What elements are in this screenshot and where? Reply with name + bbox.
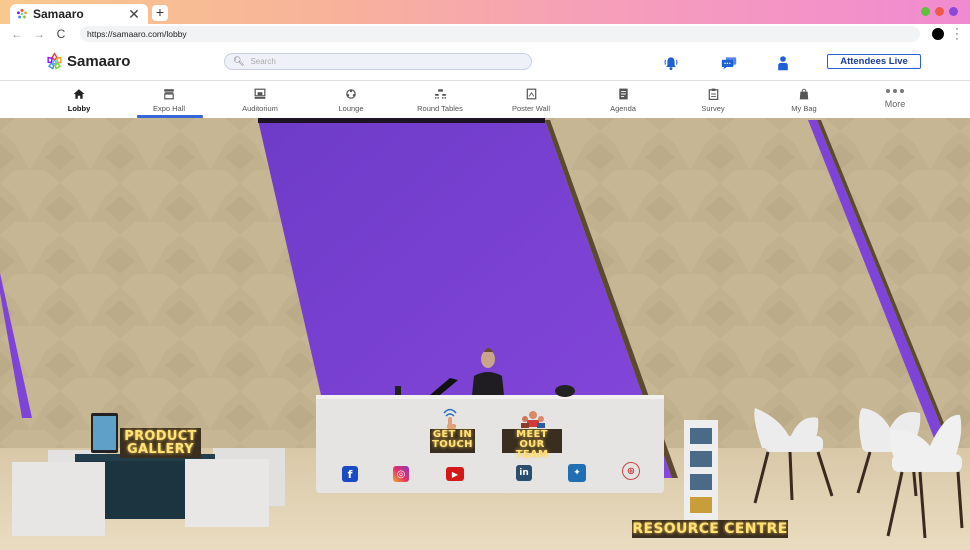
stage-icon — [254, 88, 266, 99]
nav-item-auditorium[interactable]: Auditorium — [220, 82, 300, 117]
lounge-icon — [346, 89, 356, 99]
nav-item-more[interactable]: More — [855, 82, 935, 117]
browser-profile-avatar[interactable] — [932, 28, 944, 40]
resource-centre-sign[interactable]: RESOURCE CENTRE — [632, 520, 788, 538]
nav-label: Poster Wall — [511, 104, 551, 113]
linkedin-icon[interactable]: in — [516, 465, 532, 481]
nav-label: Lounge — [338, 104, 364, 113]
url-field[interactable]: https://samaaro.com/lobby — [80, 26, 920, 42]
browser-menu-icon[interactable]: · · · — [954, 24, 960, 45]
search-icon: 🔍︎ — [233, 56, 245, 66]
nav-item-round-tables[interactable]: Round Tables — [400, 82, 480, 117]
app-header: Samaaro 🔍︎ Attendees Live — [0, 44, 970, 81]
address-bar-row: ← → C https://samaaro.com/lobby · · · — [0, 24, 970, 45]
twitter-icon[interactable]: ✦ — [568, 464, 586, 482]
nav-item-my-bag[interactable]: My Bag — [764, 82, 844, 117]
nav-item-poster-wall[interactable]: Poster Wall — [491, 82, 571, 117]
nav-item-survey[interactable]: Survey — [673, 82, 753, 117]
more-dots-icon — [886, 89, 904, 93]
window-maximize-dot[interactable] — [949, 7, 958, 16]
survey-icon — [708, 88, 718, 100]
samaaro-favicon-icon — [16, 8, 28, 19]
nav-label: Expo Hall — [152, 104, 186, 113]
tab-title: Samaaro — [33, 7, 84, 21]
nav-label: Survey — [701, 104, 725, 113]
reception-desk — [316, 395, 664, 493]
white-cube — [185, 459, 269, 527]
tab-close-icon[interactable]: ✕ — [126, 6, 142, 23]
samaaro-logo-icon — [47, 52, 62, 70]
lobby-scene: PRODUCT GALLERY GET IN TOUCH MEET OUR TE… — [0, 118, 970, 550]
facebook-icon[interactable]: f — [342, 466, 358, 482]
nav-item-agenda[interactable]: Agenda — [583, 82, 663, 117]
website-globe-icon[interactable]: ⊕ — [622, 462, 640, 480]
notification-bell-icon[interactable] — [663, 55, 679, 71]
chat-icon[interactable] — [721, 55, 737, 71]
get-in-touch-sign[interactable]: GET IN TOUCH — [430, 429, 475, 453]
browser-tab[interactable]: Samaaro ✕ — [10, 4, 148, 24]
window-close-dot[interactable] — [935, 7, 944, 16]
nav-label: Round Tables — [417, 104, 463, 113]
nav-item-expo-hall[interactable]: Expo Hall — [129, 82, 209, 117]
window-controls — [921, 7, 958, 16]
instagram-icon[interactable]: ◎ — [393, 466, 409, 482]
booth-icon — [164, 89, 174, 100]
main-nav: Lobby Expo Hall Auditorium Lounge Round … — [0, 82, 970, 117]
reload-button[interactable]: C — [50, 27, 72, 41]
bag-icon — [799, 88, 809, 100]
product-gallery-sign[interactable]: PRODUCT GALLERY — [120, 428, 201, 458]
meet-our-team-sign[interactable]: MEET OUR TEAM — [502, 429, 562, 460]
nav-label: My Bag — [791, 104, 817, 113]
receptionist — [481, 350, 495, 368]
nav-item-lobby[interactable]: Lobby — [39, 82, 119, 117]
poster-icon — [526, 88, 536, 100]
new-tab-button[interactable]: + — [152, 5, 168, 21]
search-bar[interactable]: 🔍︎ — [224, 53, 532, 70]
nav-item-lounge[interactable]: Lounge — [311, 82, 391, 117]
forward-button[interactable]: → — [28, 27, 50, 41]
agenda-icon — [618, 88, 628, 100]
window-minimize-dot[interactable] — [921, 7, 930, 16]
nav-label: More — [884, 99, 906, 109]
back-button[interactable]: ← — [6, 27, 28, 41]
brand-name: Samaaro — [67, 53, 131, 70]
youtube-icon[interactable]: ▶ — [446, 467, 464, 481]
nav-label: Lobby — [67, 104, 91, 113]
attendees-live-button[interactable]: Attendees Live — [827, 54, 921, 69]
home-icon — [73, 89, 85, 99]
lobby-background — [0, 118, 970, 550]
browser-tab-bar: Samaaro ✕ + — [0, 0, 970, 24]
profile-icon[interactable] — [775, 55, 791, 71]
white-cube — [12, 462, 105, 536]
nav-label: Auditorium — [242, 104, 278, 113]
round-table-icon — [434, 89, 446, 99]
brand-logo[interactable]: Samaaro — [45, 52, 130, 71]
nav-label: Agenda — [610, 104, 636, 113]
search-input[interactable] — [250, 57, 511, 66]
